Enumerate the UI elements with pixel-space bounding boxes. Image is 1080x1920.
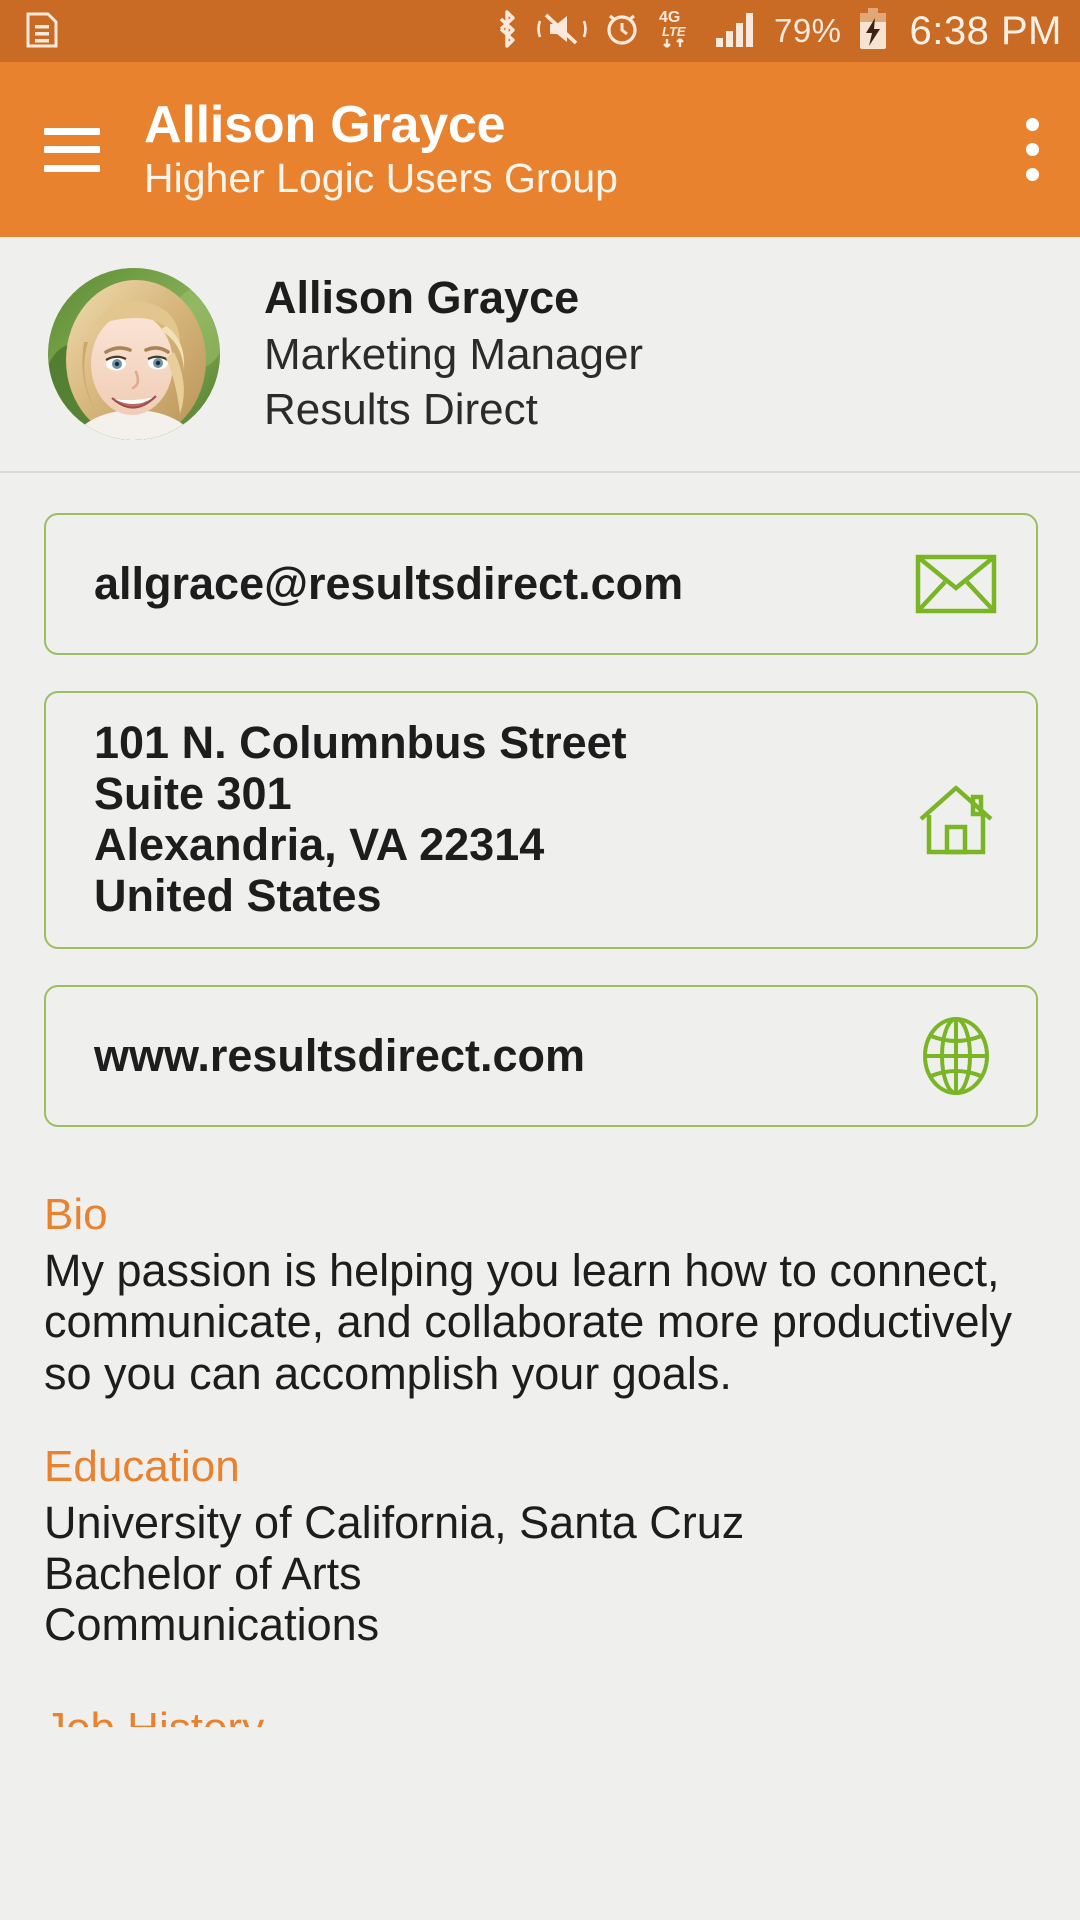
bio-line-2: communicate, and collaborate more produc… <box>44 1296 1012 1348</box>
page-subtitle: Higher Logic Users Group <box>144 155 618 202</box>
education-body: University of California, Santa Cruz Bac… <box>44 1497 1036 1651</box>
bio-line-1: My passion is helping you learn how to c… <box>44 1244 1000 1296</box>
app-screen: 4G LTE 79% 6:38 PM Allison Grayce Higher… <box>0 0 1080 1920</box>
address-line-1: 101 N. Columnbus Street <box>94 717 627 769</box>
bluetooth-icon <box>494 8 520 55</box>
status-bar: 4G LTE 79% 6:38 PM <box>0 0 1080 62</box>
document-icon <box>26 8 62 55</box>
globe-icon[interactable] <box>910 1016 1002 1096</box>
address-card-text: 101 N. Columnbus Street Suite 301 Alexan… <box>94 717 910 921</box>
svg-text:LTE: LTE <box>662 24 686 39</box>
user-photo-avatar <box>48 268 220 440</box>
page-title: Allison Grayce <box>144 95 506 154</box>
bio-section: Bio My passion is helping you learn how … <box>44 1189 1036 1399</box>
website-value: www.resultsdirect.com <box>94 1029 585 1081</box>
detail-sections: Bio My passion is helping you learn how … <box>0 1127 1080 1727</box>
website-card-text: www.resultsdirect.com <box>94 1029 910 1082</box>
more-vertical-icon[interactable] <box>1025 118 1046 181</box>
job-history-heading: Job History <box>44 1703 1036 1727</box>
profile-info: Allison Grayce Marketing Manager Results… <box>264 271 643 437</box>
4g-lte-icon: 4G LTE <box>656 6 700 57</box>
website-card[interactable]: www.resultsdirect.com <box>44 985 1038 1127</box>
envelope-icon[interactable] <box>910 554 1002 614</box>
avatar[interactable] <box>48 268 220 440</box>
bio-body: My passion is helping you learn how to c… <box>44 1245 1036 1399</box>
education-heading: Education <box>44 1441 240 1491</box>
status-bar-left <box>26 8 62 55</box>
education-line-2: Bachelor of Arts <box>44 1548 362 1599</box>
bio-line-3: so you can accomplish your goals. <box>44 1347 732 1399</box>
address-line-3: Alexandria, VA 22314 <box>94 819 545 870</box>
email-card-text: allgrace@resultsdirect.com <box>94 557 910 610</box>
education-line-3: Communications <box>44 1599 380 1651</box>
profile-header: Allison Grayce Marketing Manager Results… <box>0 237 1080 473</box>
battery-percent-label: 79% <box>773 12 842 49</box>
email-card[interactable]: allgrace@resultsdirect.com <box>44 513 1038 655</box>
home-icon[interactable] <box>910 783 1002 857</box>
status-bar-right: 4G LTE 79% 6:38 PM <box>494 6 1062 57</box>
signal-bars-icon <box>714 8 760 55</box>
profile-company: Results Direct <box>264 385 538 435</box>
profile-role: Marketing Manager <box>264 329 644 379</box>
education-section: Education University of California, Sant… <box>44 1441 1036 1651</box>
app-bar: Allison Grayce Higher Logic Users Group <box>0 62 1080 237</box>
education-line-1: University of California, Santa Cruz <box>44 1496 745 1548</box>
alarm-icon <box>602 8 642 55</box>
job-history-section-clipped: Job History <box>44 1703 1036 1727</box>
profile-name: Allison Grayce <box>264 271 580 323</box>
hamburger-icon[interactable] <box>44 127 100 172</box>
address-line-2: Suite 301 <box>94 768 292 820</box>
battery-charging-icon <box>856 6 890 57</box>
address-card[interactable]: 101 N. Columnbus Street Suite 301 Alexan… <box>44 691 1038 949</box>
contact-cards: allgrace@resultsdirect.com 101 N. Column… <box>0 473 1080 1127</box>
vibrate-mute-icon <box>534 8 588 55</box>
email-value: allgrace@resultsdirect.com <box>94 557 684 609</box>
clock-label: 6:38 PM <box>909 8 1062 53</box>
app-bar-titles: Allison Grayce Higher Logic Users Group <box>144 98 1032 202</box>
bio-heading: Bio <box>44 1190 108 1239</box>
address-line-4: United States <box>94 869 382 921</box>
